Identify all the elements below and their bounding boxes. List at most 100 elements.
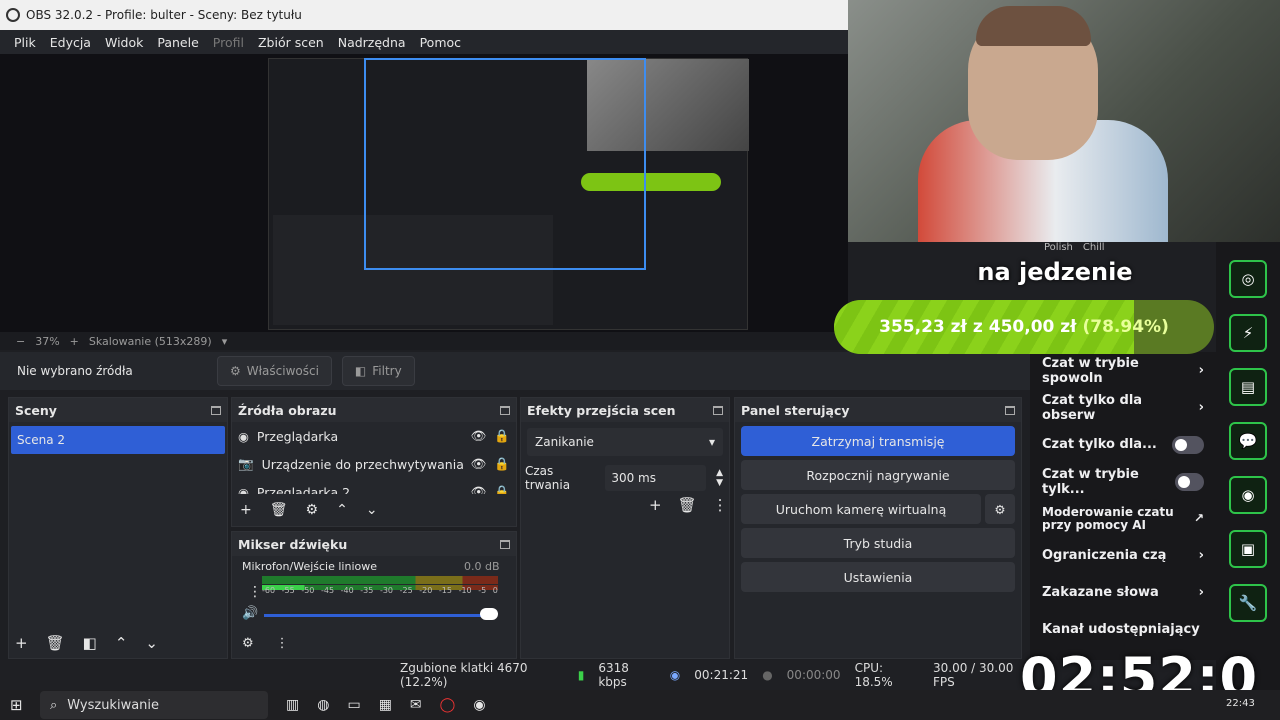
file-explorer-icon[interactable]: ▭ (347, 697, 360, 713)
remove-scene-icon[interactable]: 🗑 (46, 634, 65, 652)
menu-edycja[interactable]: Edycja (50, 35, 91, 50)
remove-transition-icon[interactable]: 🗑 (678, 496, 697, 514)
scaling-dropdown-icon[interactable]: ▾ (222, 335, 228, 348)
undock-icon[interactable] (500, 539, 510, 549)
audio-meter (262, 576, 498, 584)
filter-icon: ◧ (354, 364, 367, 378)
undock-icon[interactable] (211, 405, 221, 415)
chat-setting-ai-mod[interactable]: Moderowanie czatu przy pomocy AI ↗ (1030, 500, 1216, 537)
wrench-icon[interactable]: 🔧 (1229, 584, 1267, 622)
transition-select[interactable]: Zanikanie ▾ (527, 428, 723, 456)
eye-icon[interactable]: 👁 (471, 428, 487, 444)
source-item[interactable]: 📷 Urządzenie do przechwytywania v 👁 🔒 (232, 450, 516, 478)
eye-icon[interactable]: 👁 (471, 456, 487, 472)
opera-icon[interactable]: ◯ (440, 697, 456, 713)
duration-stepper-icon[interactable]: ▲ ▼ (716, 468, 723, 488)
chat-bubble-icon[interactable]: 💬 (1229, 422, 1267, 460)
studio-mode-button[interactable]: Tryb studia (741, 528, 1015, 558)
channel-menu-icon[interactable]: ⋮ (248, 584, 262, 600)
scene-item[interactable]: Scena 2 (11, 426, 225, 454)
mixer-menu-icon[interactable]: ⋮ (276, 636, 289, 651)
chat-setting-limits[interactable]: Ograniczenia czą › (1030, 537, 1216, 574)
dropped-frames: Zgubione klatki 4670 (12.2%) (400, 661, 528, 689)
undock-icon[interactable] (500, 405, 510, 415)
meter-tick: -15 (438, 586, 452, 595)
undock-icon[interactable] (1005, 405, 1015, 415)
chat-setting-subs[interactable]: Czat tylko dla... (1030, 426, 1216, 463)
volume-slider-handle[interactable] (480, 608, 498, 620)
menu-widok[interactable]: Widok (105, 35, 143, 50)
audio-settings-icon[interactable]: ⚙ (242, 636, 254, 651)
tag-chip[interactable]: Chill (1083, 242, 1105, 258)
scene-filters-icon[interactable]: ◧ (83, 634, 97, 652)
properties-button[interactable]: ⚙ Właściwości (217, 356, 332, 386)
camera-focus-icon[interactable]: ◎ (1229, 260, 1267, 298)
chevron-right-icon: › (1198, 548, 1204, 563)
source-selection-box[interactable] (364, 58, 646, 270)
menu-panele[interactable]: Panele (157, 35, 198, 50)
transition-menu-icon[interactable]: ⋮ (713, 496, 728, 514)
lock-icon[interactable]: 🔒 (494, 456, 510, 472)
chat-setting-followers[interactable]: Czat tylko dla obserw › (1030, 389, 1216, 426)
eye-icon[interactable]: 👁 (471, 484, 487, 494)
store-icon[interactable]: ▦ (379, 697, 392, 713)
chat-setting-shared[interactable]: Kanał udostępniający (1030, 611, 1216, 648)
start-recording-button[interactable]: Rozpocznij nagrywanie (741, 460, 1015, 490)
toggle-switch[interactable] (1174, 472, 1204, 491)
external-link-icon: ↗ (1193, 511, 1204, 525)
move-down-icon[interactable]: ⌄ (366, 502, 378, 518)
tag-chip[interactable]: Polish (1044, 242, 1073, 258)
toggle-switch[interactable] (1172, 435, 1204, 454)
volume-slider[interactable] (264, 614, 494, 617)
source-label: Przeglądarka (256, 428, 339, 444)
move-up-icon[interactable]: ⌃ (115, 634, 128, 652)
move-up-icon[interactable]: ⌃ (336, 502, 348, 518)
layout-icon[interactable]: ▣ (1229, 530, 1267, 568)
zoom-in-button[interactable]: + (70, 335, 79, 348)
virtual-cam-settings-icon[interactable]: ⚙ (985, 494, 1015, 524)
menu-zbior-scen[interactable]: Zbiór scen (258, 35, 324, 50)
status-bar: Zgubione klatki 4670 (12.2%) ▮ 6318 kbps … (0, 660, 1030, 690)
taskbar-search[interactable]: ⌕ Wyszukiwanie (40, 691, 268, 719)
zoom-out-button[interactable]: − (16, 335, 25, 348)
speaker-icon[interactable]: 🔊 (242, 606, 258, 621)
obs-icon[interactable]: ◉ (473, 697, 485, 713)
add-scene-icon[interactable]: + (15, 634, 28, 652)
menu-plik[interactable]: Plik (14, 35, 36, 50)
goal-current: 355,23 zł (879, 317, 967, 337)
menu-pomoc[interactable]: Pomoc (420, 35, 461, 50)
source-item[interactable]: ◉ Przeglądarka 2 👁 🔒 (232, 478, 516, 494)
meter-tick: -25 (399, 586, 413, 595)
source-label: Urządzenie do przechwytywania v (261, 456, 463, 472)
filters-button[interactable]: ◧ Filtry (341, 356, 415, 386)
lock-icon[interactable]: 🔒 (494, 484, 510, 494)
source-item[interactable]: ◉ Przeglądarka 👁 🔒 (232, 422, 516, 450)
settings-button[interactable]: Ustawienia (741, 562, 1015, 592)
add-source-icon[interactable]: + (240, 502, 252, 518)
task-view-icon[interactable]: ▥ (286, 697, 299, 713)
edge-icon[interactable]: ◍ (317, 697, 329, 713)
chat-setting-slow[interactable]: Czat w trybie spowoln › (1030, 352, 1216, 389)
move-down-icon[interactable]: ⌄ (145, 634, 158, 652)
add-transition-icon[interactable]: + (649, 496, 662, 514)
virtual-camera-button[interactable]: Uruchom kamerę wirtualną (741, 494, 981, 524)
remove-source-icon[interactable]: 🗑 (270, 502, 288, 518)
mail-icon[interactable]: ✉ (410, 697, 422, 713)
windows-start-icon[interactable]: ⊞ (10, 696, 23, 714)
menu-profil[interactable]: Profil (213, 35, 244, 50)
stop-stream-button[interactable]: Zatrzymaj transmisję (741, 426, 1015, 456)
lightning-icon[interactable]: ⚡ (1229, 314, 1267, 352)
chat-setting-emote[interactable]: Czat w trybie tylk... (1030, 463, 1216, 500)
lock-icon[interactable]: 🔒 (494, 428, 510, 444)
chat-setting-banned-words[interactable]: Zakazane słowa › (1030, 574, 1216, 611)
taskbar-clock[interactable]: 22:43 (1226, 698, 1255, 709)
search-icon: ⌕ (50, 697, 58, 713)
meter-tick: -5 (478, 586, 487, 595)
menu-nadrzedna[interactable]: Nadrzędna (338, 35, 406, 50)
source-settings-icon[interactable]: ⚙ (306, 502, 319, 518)
mixer-title: Mikser dźwięku (238, 536, 348, 552)
duration-input[interactable]: 300 ms (605, 465, 707, 491)
undock-icon[interactable] (713, 405, 723, 415)
notes-icon[interactable]: ▤ (1229, 368, 1267, 406)
broadcast-icon[interactable]: ◉ (1229, 476, 1267, 514)
